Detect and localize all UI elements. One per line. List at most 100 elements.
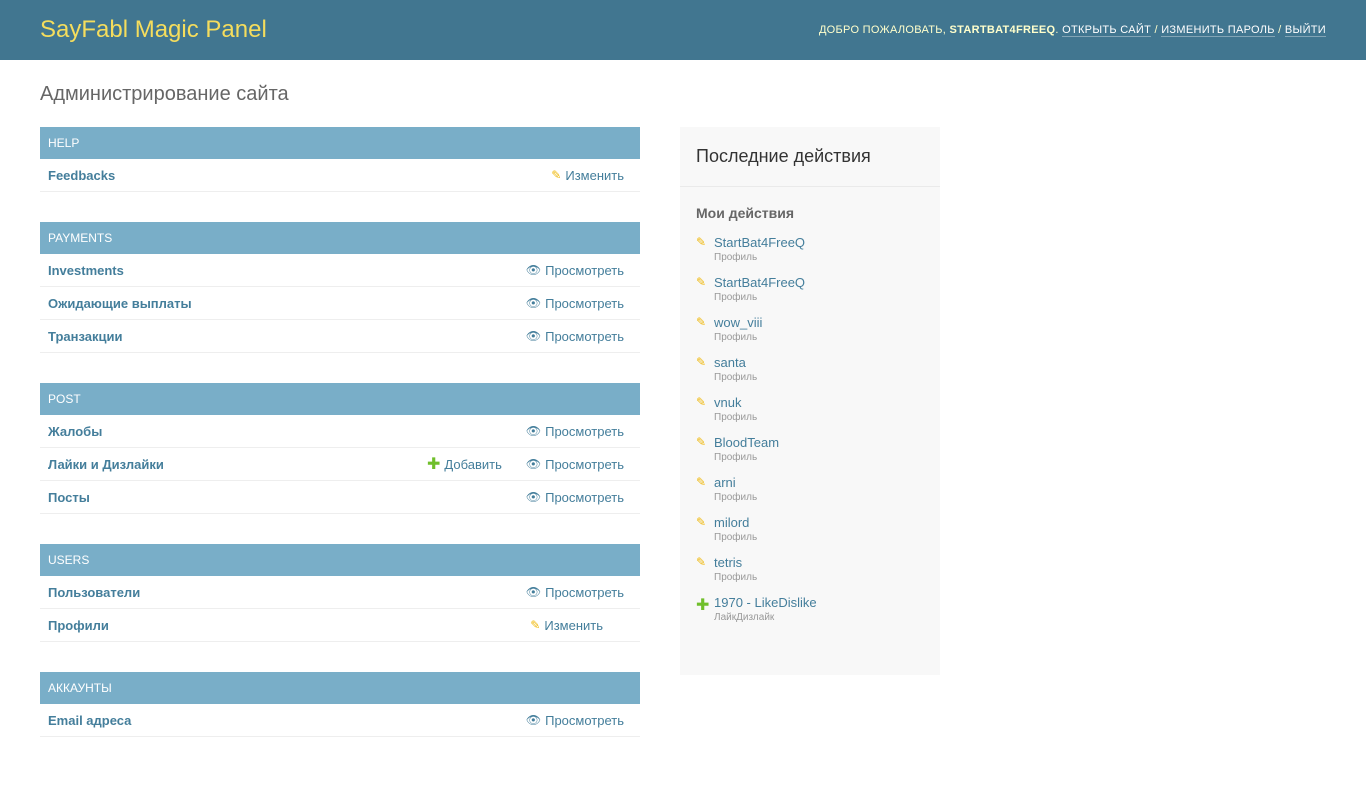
recent-action-type: Профиль — [714, 372, 758, 383]
action-label: Просмотреть — [545, 489, 624, 505]
recent-action-link[interactable]: wow_viii — [714, 315, 762, 331]
pencil-action-link[interactable]: ✎ Изменить — [551, 168, 624, 183]
recent-action-link[interactable]: milord — [714, 515, 757, 531]
eye-icon: 👁 — [525, 263, 542, 277]
model-row: Лайки и Дизлайки ✚ Добавить 👁 Просмотреть — [40, 448, 640, 481]
recent-action-item: ✎ BloodTeam Профиль — [680, 435, 940, 475]
module-header[interactable]: Post — [40, 383, 640, 415]
page-title: Администрирование сайта — [40, 83, 289, 105]
recent-action-type: Профиль — [714, 452, 758, 463]
recent-action-type: Профиль — [714, 412, 758, 423]
model-row: Feedbacks ✎ Изменить — [40, 159, 640, 192]
eye-action-link[interactable]: 👁 Просмотреть — [526, 424, 624, 439]
pencil-icon: ✎ — [696, 475, 707, 489]
action-label: Изменить — [544, 617, 603, 633]
model-row: Жалобы 👁 Просмотреть — [40, 415, 640, 448]
recent-action-item: ✎ wow_viii Профиль — [680, 315, 940, 355]
logout-link[interactable]: Выйти — [1284, 24, 1326, 37]
recent-action-link[interactable]: santa — [714, 355, 757, 371]
recent-action-link[interactable]: vnuk — [714, 395, 757, 411]
recent-action-type: Профиль — [714, 532, 758, 543]
action-label: Просмотреть — [545, 295, 624, 311]
pencil-icon: ✎ — [696, 275, 707, 289]
model-row: Транзакции 👁 Просмотреть — [40, 320, 640, 353]
recent-actions: Последние действия Мои действия ✎ StartBa… — [680, 127, 940, 675]
plus-icon: ✚ — [696, 597, 710, 614]
change-password-link[interactable]: Изменить пароль — [1161, 24, 1275, 37]
action-label: Просмотреть — [545, 423, 624, 439]
recent-action-type: Профиль — [714, 572, 758, 583]
module-header[interactable]: Аккаунты — [40, 672, 640, 704]
pencil-icon: ✎ — [696, 555, 707, 569]
module-header[interactable]: Help — [40, 127, 640, 159]
recent-action-item: ✚ 1970 - LikeDislike ЛайкДизлайк — [680, 595, 940, 635]
eye-icon: 👁 — [525, 713, 542, 727]
welcome-text: Добро пожаловать, — [818, 24, 947, 36]
model-link[interactable]: Пользователи — [48, 585, 502, 600]
model-link[interactable]: Email адреса — [48, 713, 502, 728]
eye-icon: 👁 — [525, 457, 542, 471]
plus-icon: ✚ — [427, 456, 441, 473]
recent-action-item: ✎ tetris Профиль — [680, 555, 940, 595]
model-row: Пользователи 👁 Просмотреть — [40, 576, 640, 609]
recent-action-type: ЛайкДизлайк — [714, 612, 775, 623]
model-link[interactable]: Investments — [48, 263, 502, 278]
eye-icon: 👁 — [525, 424, 542, 438]
model-link[interactable]: Лайки и Дизлайки — [48, 457, 403, 472]
pencil-icon: ✎ — [696, 235, 707, 249]
recent-action-link[interactable]: StartBat4FreeQ — [714, 235, 805, 251]
pencil-icon: ✎ — [696, 515, 707, 529]
action-label: Добавить — [444, 456, 502, 472]
model-link[interactable]: Ожидающие выплаты — [48, 296, 502, 311]
eye-icon: 👁 — [525, 329, 542, 343]
eye-action-link[interactable]: 👁 Просмотреть — [526, 713, 624, 728]
recent-action-link[interactable]: tetris — [714, 555, 757, 571]
model-link[interactable]: Профили — [48, 618, 506, 633]
model-link[interactable]: Посты — [48, 490, 502, 505]
view-site-link[interactable]: Открыть сайт — [1062, 24, 1152, 37]
username: StartBat4FreeQ — [949, 24, 1056, 36]
recent-action-type: Профиль — [714, 252, 758, 263]
action-label: Изменить — [565, 167, 624, 183]
recent-action-link[interactable]: arni — [714, 475, 757, 491]
plus-action-link[interactable]: ✚ Добавить — [427, 454, 502, 474]
eye-action-link[interactable]: 👁 Просмотреть — [526, 263, 624, 278]
eye-action-link[interactable]: 👁 Просмотреть — [526, 296, 624, 311]
recent-action-item: ✎ vnuk Профиль — [680, 395, 940, 435]
eye-action-link[interactable]: 👁 Просмотреть — [526, 585, 624, 600]
module-4: Аккаунты Email адреса 👁 Просмотреть — [40, 672, 640, 737]
site-brand[interactable]: SayFabl Magic Panel — [40, 16, 267, 44]
eye-action-link[interactable]: 👁 Просмотреть — [526, 490, 624, 505]
action-label: Просмотреть — [545, 262, 624, 278]
pencil-icon: ✎ — [696, 315, 707, 329]
module-3: Users Пользователи 👁 Просмотреть Профили ✎ Изм… — [40, 544, 640, 642]
module-2: Post Жалобы 👁 Просмотреть Лайки и Дизлайки ✚ Д… — [40, 383, 640, 514]
header: SayFabl Magic Panel Добро пожаловать, St… — [0, 0, 1366, 60]
pencil-action-link[interactable]: ✎ Изменить — [530, 618, 603, 633]
module-header[interactable]: Users — [40, 544, 640, 576]
action-label: Просмотреть — [545, 456, 624, 472]
model-row: Профили ✎ Изменить — [40, 609, 640, 642]
recent-action-link[interactable]: StartBat4FreeQ — [714, 275, 805, 291]
recent-action-type: Профиль — [714, 492, 758, 503]
model-link[interactable]: Feedbacks — [48, 168, 527, 183]
pencil-icon: ✎ — [530, 618, 541, 632]
recent-action-type: Профиль — [714, 292, 758, 303]
recent-actions-title: Последние действия — [680, 127, 940, 187]
eye-action-link[interactable]: 👁 Просмотреть — [526, 329, 624, 344]
module-header[interactable]: Payments — [40, 222, 640, 254]
model-link[interactable]: Жалобы — [48, 424, 502, 439]
module-0: Help Feedbacks ✎ Изменить — [40, 127, 640, 192]
pencil-icon: ✎ — [696, 395, 707, 409]
action-label: Просмотреть — [545, 712, 624, 728]
recent-action-item: ✎ StartBat4FreeQ Профиль — [680, 275, 940, 315]
recent-action-link[interactable]: BloodTeam — [714, 435, 779, 451]
eye-action-link[interactable]: 👁 Просмотреть — [526, 457, 624, 472]
pencil-icon: ✎ — [696, 435, 707, 449]
recent-actions-list: ✎ StartBat4FreeQ Профиль ✎ StartBat4FreeQ Про… — [680, 235, 940, 635]
recent-action-item: ✎ milord Профиль — [680, 515, 940, 555]
model-link[interactable]: Транзакции — [48, 329, 502, 344]
eye-icon: 👁 — [525, 296, 542, 310]
recent-action-link[interactable]: 1970 - LikeDislike — [714, 595, 817, 611]
model-row: Email адреса 👁 Просмотреть — [40, 704, 640, 737]
